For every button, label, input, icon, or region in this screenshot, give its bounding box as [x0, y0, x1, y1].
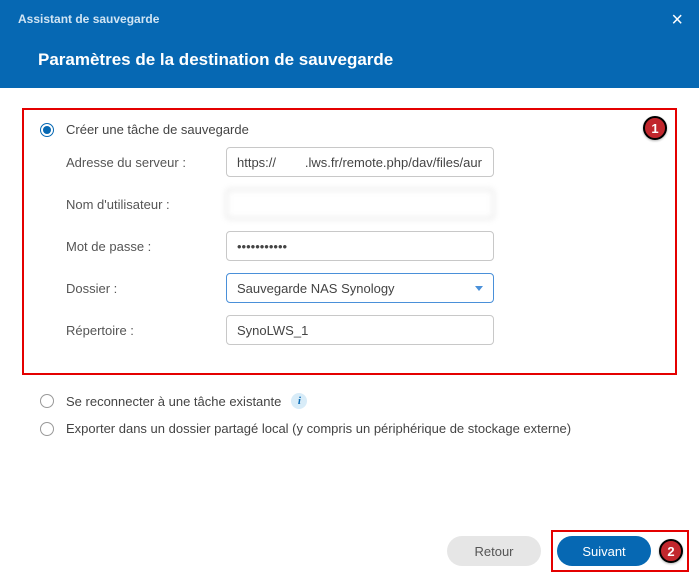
assistant-title: Assistant de sauvegarde: [18, 12, 681, 26]
password-input[interactable]: [226, 231, 494, 261]
create-task-option-box: 1 Créer une tâche de sauvegarde Adresse …: [22, 108, 677, 375]
radio-create-label: Créer une tâche de sauvegarde: [66, 122, 249, 137]
close-icon[interactable]: ×: [671, 10, 683, 30]
radio-export-local[interactable]: Exporter dans un dossier partagé local (…: [22, 415, 677, 442]
annotation-badge-2: 2: [659, 539, 683, 563]
back-button[interactable]: Retour: [447, 536, 541, 566]
radio-icon: [40, 394, 54, 408]
radio-reconnect-label: Se reconnecter à une tâche existante: [66, 394, 281, 409]
radio-icon: [40, 422, 54, 436]
radio-icon: [40, 123, 54, 137]
folder-label: Dossier :: [66, 281, 226, 296]
radio-reconnect-task[interactable]: Se reconnecter à une tâche existante i: [22, 387, 677, 415]
create-task-form: Adresse du serveur : Nom d'utilisateur :…: [66, 147, 659, 345]
folder-select-value: Sauvegarde NAS Synology: [237, 281, 395, 296]
content-area: 1 Créer une tâche de sauvegarde Adresse …: [0, 88, 699, 442]
password-label: Mot de passe :: [66, 239, 226, 254]
next-button-highlight: Suivant 2: [551, 530, 689, 572]
wizard-footer: Retour Suivant 2: [447, 530, 689, 572]
chevron-down-icon: [475, 286, 483, 291]
info-icon[interactable]: i: [291, 393, 307, 409]
directory-label: Répertoire :: [66, 323, 226, 338]
server-address-label: Adresse du serveur :: [66, 155, 226, 170]
directory-input[interactable]: [226, 315, 494, 345]
folder-select[interactable]: Sauvegarde NAS Synology: [226, 273, 494, 303]
radio-create-task[interactable]: Créer une tâche de sauvegarde: [40, 122, 659, 137]
server-address-input[interactable]: [226, 147, 494, 177]
wizard-header: Assistant de sauvegarde Paramètres de la…: [0, 0, 699, 88]
page-title: Paramètres de la destination de sauvegar…: [38, 50, 681, 70]
next-button[interactable]: Suivant: [557, 536, 651, 566]
annotation-badge-1: 1: [643, 116, 667, 140]
username-label: Nom d'utilisateur :: [66, 197, 226, 212]
username-input[interactable]: [226, 189, 494, 219]
radio-export-label: Exporter dans un dossier partagé local (…: [66, 421, 571, 436]
